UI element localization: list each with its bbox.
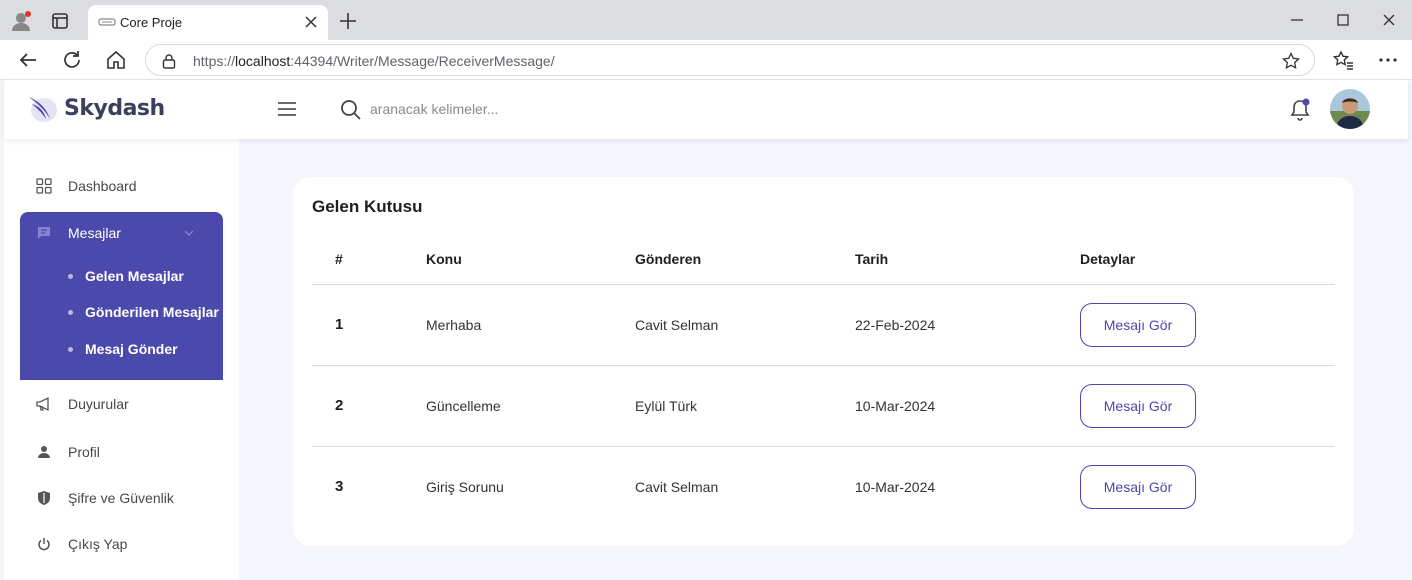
url-text: https://localhost:44394/Writer/Message/R… xyxy=(193,53,555,69)
app-header: Skydash xyxy=(4,80,1408,139)
power-icon xyxy=(38,538,50,551)
table-row: 2 Güncelleme Eylül Türk 10-Mar-2024 Mesa… xyxy=(312,366,1335,447)
address-bar-row: https://localhost:44394/Writer/Message/R… xyxy=(0,40,1412,80)
bullet xyxy=(68,346,73,352)
browser-tab[interactable]: Core Proje xyxy=(88,5,328,40)
sidebar-subitem-label: Gönderilen Mesajlar xyxy=(85,304,219,320)
sidebar-subitem-label: Gelen Mesajlar xyxy=(85,268,184,284)
reload-icon[interactable] xyxy=(61,49,83,71)
logo-icon xyxy=(29,97,57,122)
more-icon[interactable] xyxy=(1377,49,1399,71)
row-number: 3 xyxy=(335,478,344,495)
row-date: 10-Mar-2024 xyxy=(855,479,936,495)
maximize-icon[interactable] xyxy=(1335,12,1351,28)
home-icon[interactable] xyxy=(105,49,127,71)
sidebar: Dashboard Mesajlar Gelen Mesajlar Gönder… xyxy=(4,139,239,580)
search-input[interactable] xyxy=(370,97,670,121)
row-subject: Güncelleme xyxy=(426,398,501,414)
sidebar-item-announcements[interactable]: Duyurular xyxy=(20,384,223,424)
url-field[interactable]: https://localhost:44394/Writer/Message/R… xyxy=(145,44,1315,76)
sidebar-item-label: Mesajlar xyxy=(68,225,121,241)
view-message-button[interactable]: Mesajı Gör xyxy=(1080,303,1196,347)
menu-icon[interactable] xyxy=(278,101,296,117)
brand-name: Skydash xyxy=(64,95,165,121)
sidebar-item-label: Şifre ve Güvenlik xyxy=(68,490,174,506)
row-date: 10-Mar-2024 xyxy=(855,398,936,414)
row-number: 1 xyxy=(335,316,344,333)
view-message-button[interactable]: Mesajı Gör xyxy=(1080,384,1196,428)
sidebar-item-dashboard[interactable]: Dashboard xyxy=(20,166,223,206)
lock-icon[interactable] xyxy=(162,53,176,69)
column-header: Gönderen xyxy=(635,251,702,267)
sidebar-item-label: Çıkış Yap xyxy=(68,536,128,552)
row-subject: Giriş Sorunu xyxy=(426,479,504,495)
sidebar-group-messages: Mesajlar Gelen Mesajlar Gönderilen Mesaj… xyxy=(20,212,223,380)
row-number: 2 xyxy=(335,397,344,414)
sidebar-subitem-compose[interactable]: Mesaj Gönder xyxy=(20,334,223,364)
row-subject: Merhaba xyxy=(426,317,482,333)
card-title: Gelen Kutusu xyxy=(312,197,423,216)
back-icon[interactable] xyxy=(17,49,39,71)
sidebar-subitem-sent[interactable]: Gönderilen Mesajlar xyxy=(20,297,223,327)
chevron-down-icon xyxy=(184,230,194,236)
profile-icon[interactable] xyxy=(10,10,32,32)
star-icon[interactable] xyxy=(1282,52,1300,70)
sidebar-item-password-security[interactable]: Şifre ve Güvenlik xyxy=(20,478,223,518)
sidebar-item-label: Duyurular xyxy=(68,396,129,412)
row-sender: Eylül Türk xyxy=(635,398,697,414)
avatar[interactable] xyxy=(1330,89,1370,129)
sidebar-item-label: Dashboard xyxy=(68,178,137,194)
browser-tab-strip: Core Proje xyxy=(0,0,1412,40)
favorites-icon[interactable] xyxy=(1333,49,1355,71)
plus-icon[interactable] xyxy=(338,11,358,31)
favicon-icon xyxy=(98,18,116,26)
minimize-icon[interactable] xyxy=(1289,12,1305,28)
row-sender: Cavit Selman xyxy=(635,479,719,495)
bullet xyxy=(68,309,73,315)
table-row: 1 Merhaba Cavit Selman 22-Feb-2024 Mesaj… xyxy=(312,285,1335,366)
sidebar-item-profile[interactable]: Profil xyxy=(20,432,223,472)
sidebar-item-logout[interactable]: Çıkış Yap xyxy=(20,524,223,564)
window-close-icon[interactable] xyxy=(1381,12,1397,28)
tabs-icon[interactable] xyxy=(48,9,72,33)
sidebar-subitem-received[interactable]: Gelen Mesajlar xyxy=(20,261,223,291)
sidebar-item-label: Profil xyxy=(68,444,100,460)
column-header: # xyxy=(335,251,343,267)
message-icon xyxy=(38,227,50,239)
search-icon xyxy=(341,100,361,120)
column-header: Tarih xyxy=(855,251,889,267)
sidebar-item-messages[interactable]: Mesajlar xyxy=(20,212,223,254)
avatar-image xyxy=(1330,89,1370,129)
close-icon[interactable] xyxy=(304,15,318,29)
view-message-button[interactable]: Mesajı Gör xyxy=(1080,465,1196,509)
shield-icon xyxy=(38,491,50,505)
table-row: 3 Giriş Sorunu Cavit Selman 10-Mar-2024 … xyxy=(312,447,1335,528)
user-icon xyxy=(38,446,50,458)
tab-title: Core Proje xyxy=(120,15,183,30)
brand[interactable]: Skydash xyxy=(26,92,165,124)
table-header: # Konu Gönderen Tarih Detaylar xyxy=(312,237,1335,285)
inbox-card: Gelen Kutusu # Konu Gönderen Tarih Detay… xyxy=(293,177,1354,546)
column-header: Detaylar xyxy=(1080,251,1136,267)
bullet xyxy=(68,273,73,279)
megaphone-icon xyxy=(36,396,49,412)
bell-icon[interactable] xyxy=(1288,98,1312,122)
column-header: Konu xyxy=(426,251,462,267)
row-sender: Cavit Selman xyxy=(635,317,719,333)
sidebar-subitem-label: Mesaj Gönder xyxy=(85,341,178,357)
row-date: 22-Feb-2024 xyxy=(855,317,936,333)
grid-icon xyxy=(36,178,52,194)
